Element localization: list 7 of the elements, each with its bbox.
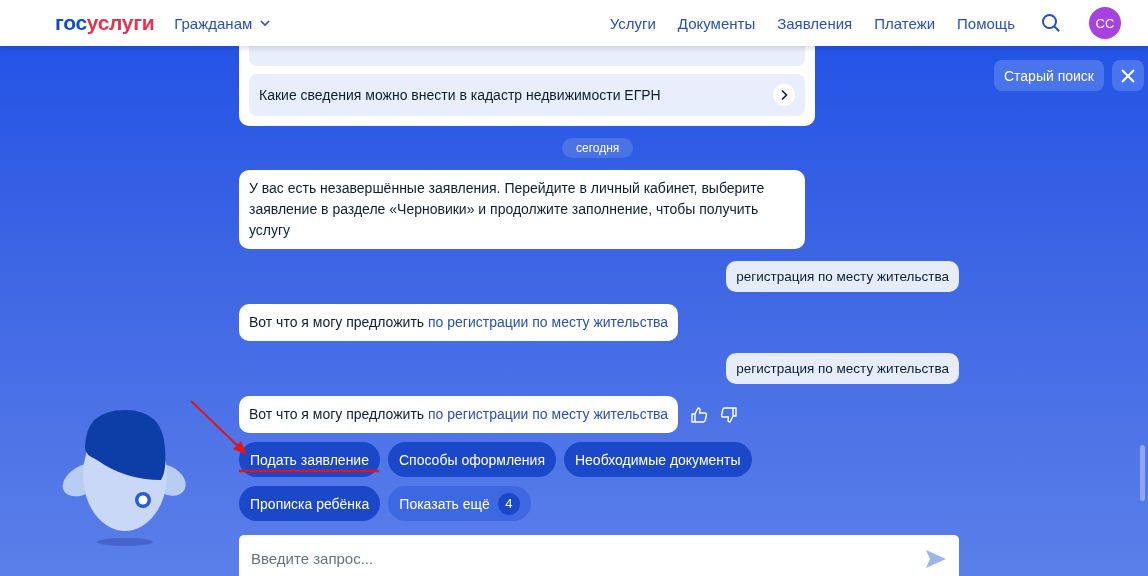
user-message: регистрация по месту жительства [726, 261, 959, 292]
bot-message: Вот что я могу предложить по регистрации по месту жительства [239, 304, 679, 341]
count-badge: 4 [497, 492, 520, 515]
user-message: регистрация по месту жительства [726, 353, 959, 384]
bot-message: Вот что я могу предложить по регистрации по месту жительства [239, 396, 679, 433]
bot-message: У вас есть незавершённые заявления. Перейдите в личный кабинет, выберите заявление в разделе «Черновики» и продолжите заполнение, чтобы получить услугу [239, 170, 805, 249]
date-label: сегодня [562, 138, 634, 158]
